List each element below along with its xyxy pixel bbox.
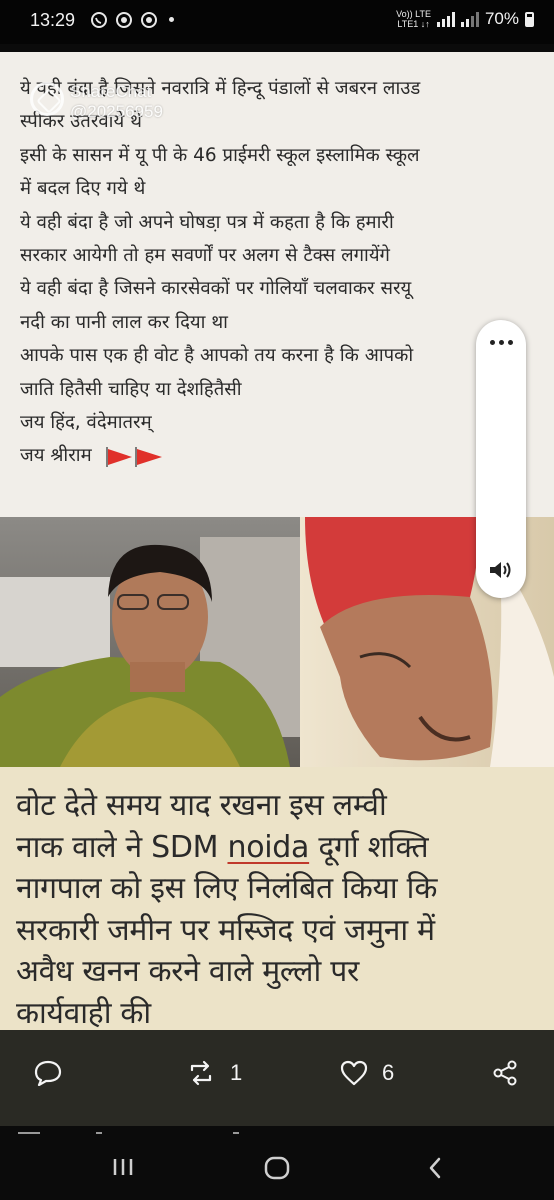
post-text-line: ये वही बंदा है जो अपने घोषडा़ पत्र में क… xyxy=(20,211,394,233)
network-top-label: Vo)) LTE xyxy=(396,9,431,19)
comment-icon xyxy=(34,1060,62,1086)
post-photos xyxy=(0,517,554,767)
sharechat-watermark: ShareChat @20256959 xyxy=(30,82,163,122)
network-bottom-label: LTE1 ↓↑ xyxy=(397,19,430,29)
post-image[interactable]: ये वही बंदा है जिसने नवरात्रि में हिन्दू… xyxy=(0,52,554,1030)
post-text-line: आपके पास एक ही वोट है आपको तय करना है कि… xyxy=(20,345,414,367)
caption-line: नाक वाले ने SDM noida दूर्गा शक्ति xyxy=(16,827,546,869)
caption-line: सरकारी जमीन पर मस्जिद एवं जमुना में xyxy=(16,912,435,948)
chrome-icon xyxy=(116,12,132,28)
share-icon xyxy=(493,1060,517,1086)
caption-line-part: दूर्गा शक्ति xyxy=(309,829,429,865)
chrome-icon xyxy=(141,12,157,28)
whatsapp-icon xyxy=(91,12,107,28)
system-nav-bar xyxy=(0,1136,554,1200)
caption-text: वोट देते समय याद रखना इस लम्वी नाक वाले … xyxy=(16,785,546,1030)
post-text-jai-shriram: जय श्रीराम xyxy=(20,445,92,467)
watermark-handle: @20256959 xyxy=(70,102,163,121)
home-button[interactable] xyxy=(262,1156,292,1180)
signal-icon xyxy=(436,11,455,27)
repost-button[interactable]: 1 xyxy=(186,1060,242,1086)
heart-icon xyxy=(340,1060,368,1086)
woman-photo xyxy=(0,517,300,767)
post-text-line: नदी का पानी लाल कर दिया था xyxy=(20,311,228,333)
caption-underlined-word: noida xyxy=(227,829,310,865)
caption-line: अवैध खनन करने वाले मुल्लो पर xyxy=(16,954,359,990)
signal-icon xyxy=(460,11,479,27)
share-button[interactable] xyxy=(492,1060,518,1086)
status-bar: 13:29 Vo)) LTE LTE1 ↓↑ 70% xyxy=(0,0,554,44)
comment-button[interactable] xyxy=(34,1060,62,1086)
repost-icon xyxy=(190,1060,212,1086)
post-text-line: इसी के सासन में यू पी के 46 प्राईमरी स्क… xyxy=(20,144,420,166)
dot-icon xyxy=(169,17,174,22)
like-button[interactable]: 6 xyxy=(340,1060,394,1086)
network-indicator: Vo)) LTE LTE1 ↓↑ xyxy=(396,9,431,29)
media-side-panel xyxy=(476,320,526,598)
caption-line: कार्यवाही की xyxy=(16,995,151,1030)
volume-icon[interactable] xyxy=(476,550,526,590)
recent-apps-icon xyxy=(113,1159,133,1175)
caption-line-part: नाक वाले ने SDM xyxy=(16,829,228,865)
battery-icon xyxy=(525,11,534,27)
post-text-line: ये वही बंदा है जिसने कारसेवकों पर गोलिया… xyxy=(20,278,412,300)
caption-line: वोट देते समय याद रखना इस लम्वी xyxy=(16,788,387,823)
divider xyxy=(233,1132,239,1134)
like-count: 6 xyxy=(382,1060,395,1085)
post-text-line: जाति हितैसी चाहिए या देशहितैसी xyxy=(20,378,242,400)
recent-apps-button[interactable] xyxy=(108,1156,138,1178)
back-button[interactable] xyxy=(420,1156,450,1180)
saffron-flags-icon xyxy=(105,447,162,468)
battery-percent: 70% xyxy=(484,9,519,28)
more-options-icon[interactable] xyxy=(476,330,526,354)
repost-count: 1 xyxy=(230,1060,243,1085)
post-text-line: में बदल दिए गये थे xyxy=(20,178,146,200)
post-text-block: ये वही बंदा है जिसने नवरात्रि में हिन्दू… xyxy=(20,72,540,473)
post-action-bar: 1 6 xyxy=(0,1030,554,1126)
caption-line: नागपाल को इस लिए निलंबित किया कि xyxy=(16,871,438,907)
post-caption-panel: वोट देते समय याद रखना इस लम्वी नाक वाले … xyxy=(0,767,554,1030)
post-text-line: सरकार आयेगी तो हम सवर्णों पर अलग से टैक्… xyxy=(20,245,390,267)
divider xyxy=(18,1132,40,1134)
status-right: Vo)) LTE LTE1 ↓↑ 70% xyxy=(396,9,534,29)
status-time: 13:29 xyxy=(30,10,76,30)
notification-icons xyxy=(90,11,174,29)
divider xyxy=(96,1132,102,1134)
sharechat-logo-icon xyxy=(30,82,64,116)
post-text-line: जय हिंद, वंदेमातरम् xyxy=(20,412,152,434)
home-icon xyxy=(264,1156,290,1180)
watermark-brand: ShareChat xyxy=(70,82,152,101)
post-text-line: जय श्रीराम xyxy=(20,439,540,472)
back-icon xyxy=(429,1157,441,1179)
